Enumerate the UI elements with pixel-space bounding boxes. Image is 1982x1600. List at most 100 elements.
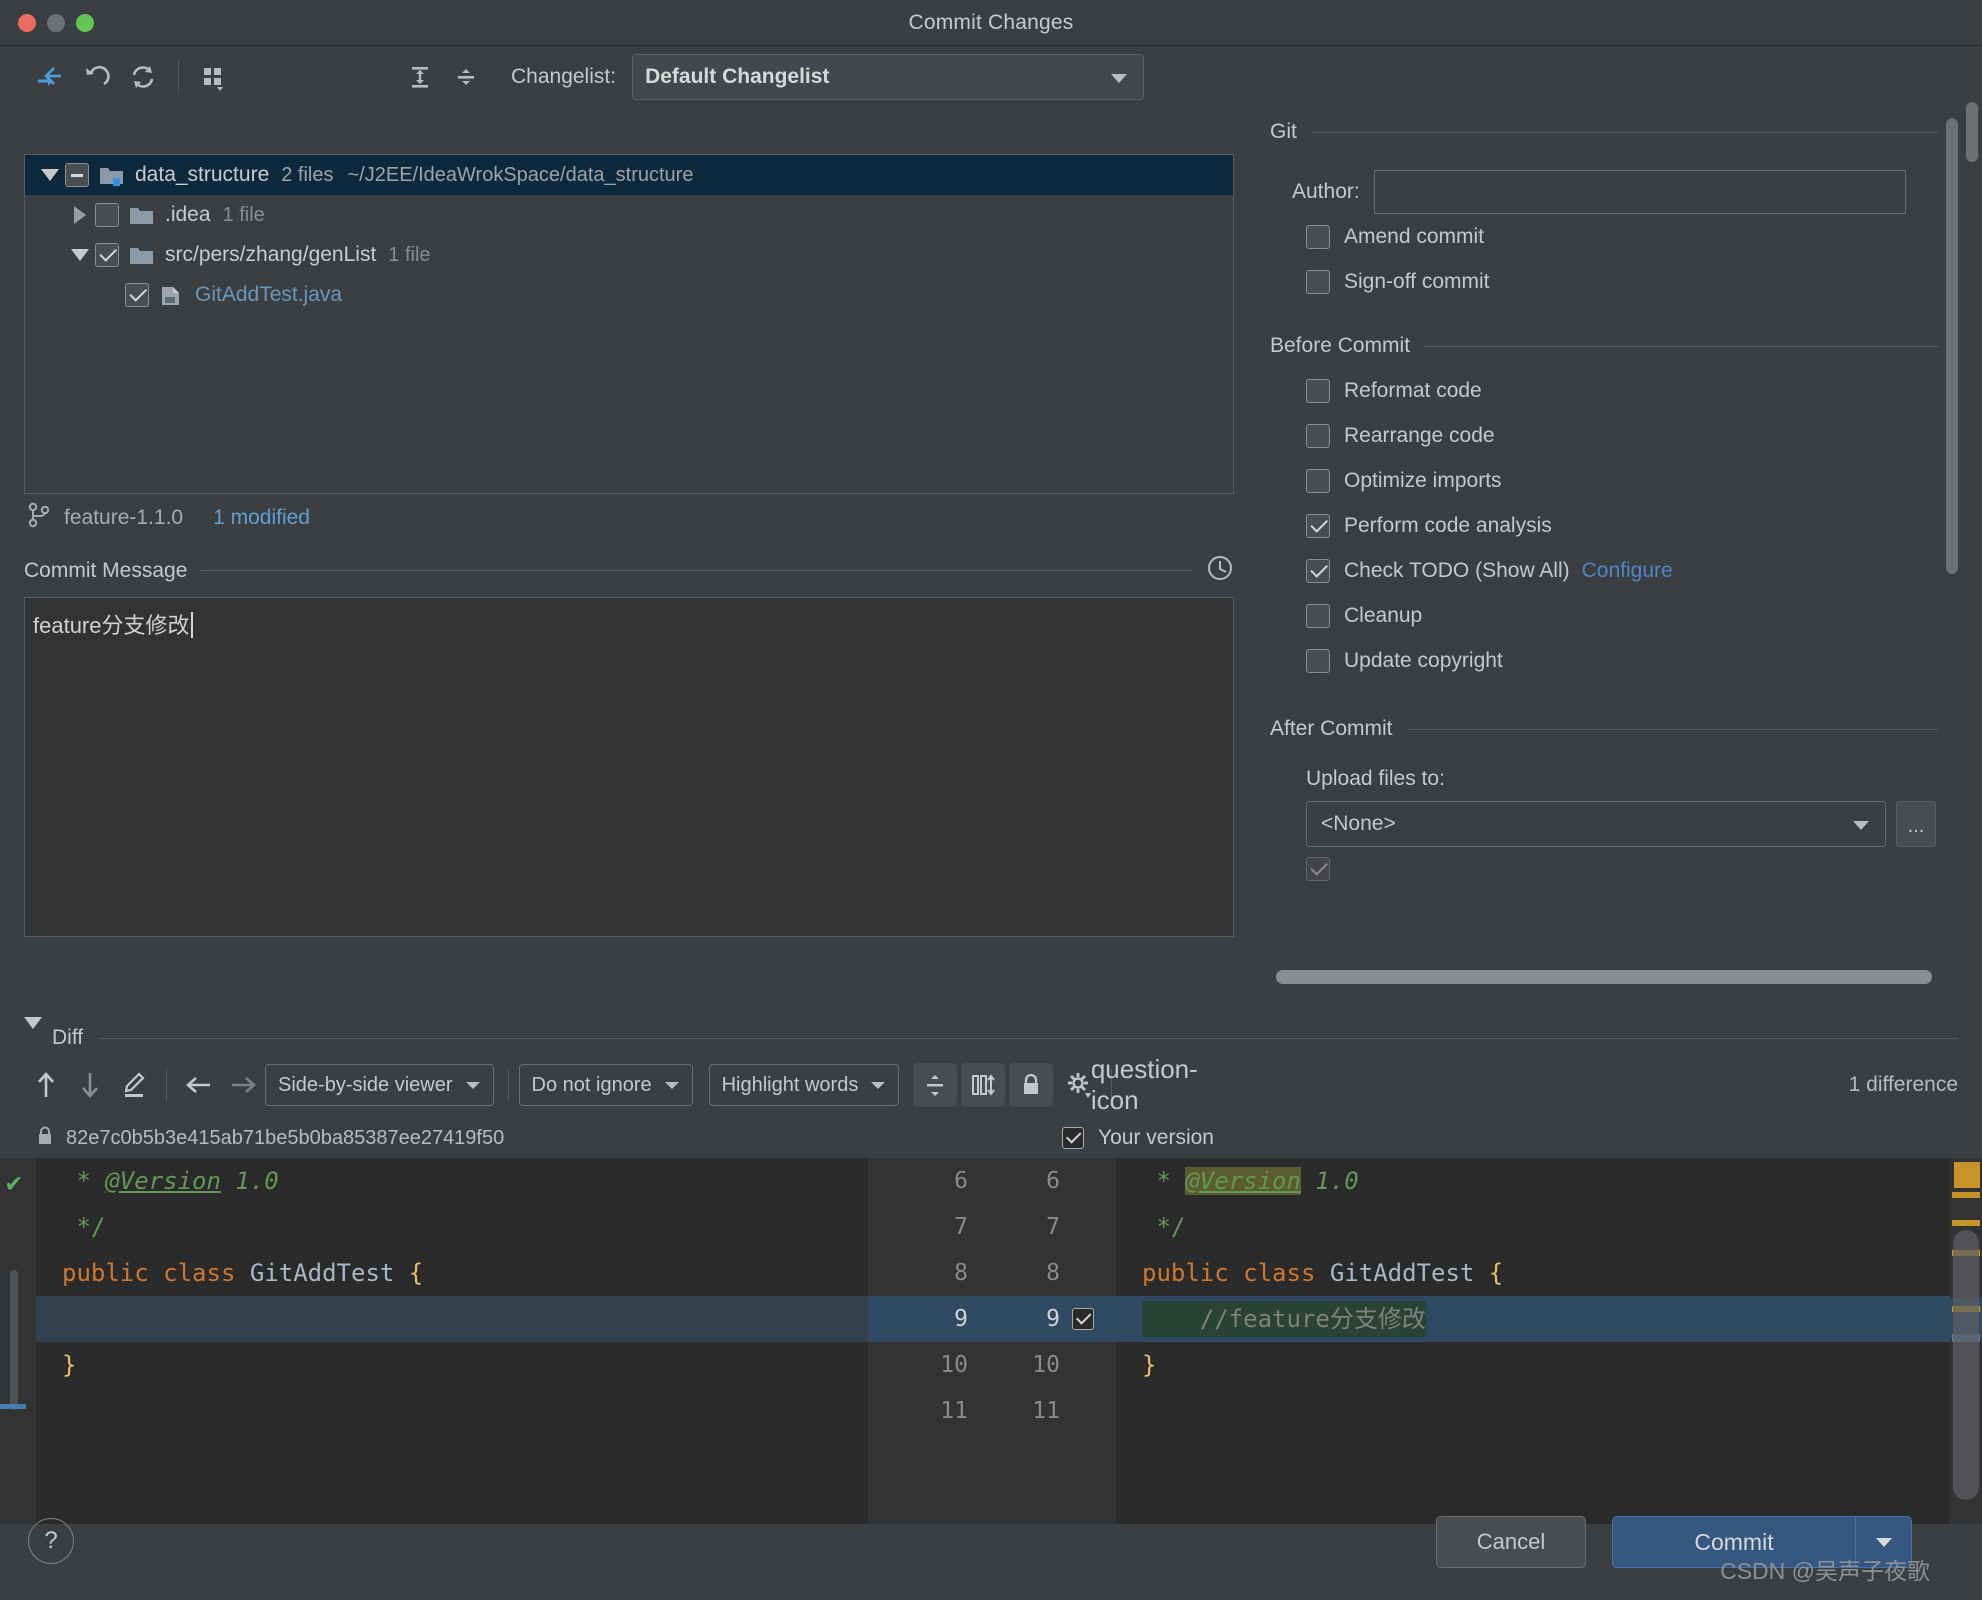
help-button[interactable]: ? xyxy=(28,1518,74,1564)
option-label: Reformat code xyxy=(1344,378,1482,402)
option-label: Optimize imports xyxy=(1344,468,1502,492)
branch-status-row: feature-1.1.0 1 modified xyxy=(0,494,1258,542)
toolbar-divider xyxy=(166,1069,167,1101)
option-amend-commit[interactable]: Amend commit xyxy=(1262,214,1962,259)
right-line-number: 6 xyxy=(1046,1168,1060,1194)
refresh-icon[interactable] xyxy=(120,54,166,100)
diff-vertical-scrollbar[interactable] xyxy=(1953,1230,1979,1500)
diff-marker-column[interactable] xyxy=(1950,1158,1982,1524)
checkbox-checked[interactable] xyxy=(1306,857,1330,881)
checkbox-partial[interactable] xyxy=(65,163,89,187)
branch-name: feature-1.1.0 xyxy=(64,506,184,529)
divider xyxy=(99,1037,1958,1039)
whitespace-mode-value: Do not ignore xyxy=(531,1073,652,1096)
question-icon[interactable]: question-icon xyxy=(1091,1054,1198,1115)
option-cleanup[interactable]: Cleanup xyxy=(1262,593,1962,638)
left-line-number: 10 xyxy=(940,1352,968,1378)
checkbox-checked[interactable] xyxy=(95,243,119,267)
tree-row-gitaddtest-java[interactable]: GitAddTest.java xyxy=(25,275,1233,315)
left-scroll-thumb[interactable] xyxy=(10,1270,18,1410)
diff-pane-left[interactable]: * @Version 1.0 */ public class GitAddTes… xyxy=(36,1158,868,1524)
tree-row-data-structure[interactable]: data_structure 2 files ~/J2EE/IdeaWrokSp… xyxy=(25,155,1233,195)
clock-icon[interactable] xyxy=(1206,554,1234,587)
chevron-down-icon xyxy=(871,1082,886,1089)
left-revision-hash: 82e7c0b5b3e415ab71be5b0ba85387ee27419f50 xyxy=(66,1126,505,1149)
checkbox-checked[interactable] xyxy=(1306,513,1330,538)
options-horizontal-scrollbar[interactable] xyxy=(1276,970,1932,984)
upload-files-row: <None> ... xyxy=(1262,801,1962,847)
show-diff-icon[interactable] xyxy=(28,54,74,100)
diff-section-label: Diff xyxy=(52,1026,84,1049)
branch-modified-count[interactable]: 1 modified xyxy=(213,506,310,530)
accept-change-checkbox[interactable] xyxy=(1072,1308,1094,1330)
before-commit-group-title: Before Commit xyxy=(1270,334,1411,357)
expand-all-icon[interactable] xyxy=(397,54,443,100)
arrow-left-icon[interactable] xyxy=(177,1063,221,1107)
twisty-down-icon[interactable] xyxy=(65,249,95,261)
changed-files-tree[interactable]: data_structure 2 files ~/J2EE/IdeaWrokSp… xyxy=(24,154,1234,494)
option-optimize-imports[interactable]: Optimize imports xyxy=(1262,458,1962,503)
collapse-unchanged-icon[interactable] xyxy=(913,1063,958,1107)
line-number-row: 10 10 xyxy=(868,1342,1116,1388)
configure-todo-link[interactable]: Configure xyxy=(1582,559,1673,583)
line-number-row: 88 xyxy=(868,1250,1116,1296)
lock-icon[interactable] xyxy=(1009,1063,1054,1107)
tree-item-name[interactable]: GitAddTest.java xyxy=(195,283,342,307)
author-field[interactable] xyxy=(1373,170,1906,214)
right-line-number: 11 xyxy=(1032,1398,1060,1424)
checkbox-unchecked[interactable] xyxy=(1306,648,1330,673)
pencil-icon[interactable] xyxy=(112,1063,156,1107)
checkbox-unchecked[interactable] xyxy=(1306,423,1330,448)
changelist-dropdown[interactable]: Default Changelist xyxy=(632,54,1145,100)
twisty-right-icon[interactable] xyxy=(65,206,95,224)
checkbox-unchecked[interactable] xyxy=(1306,224,1330,249)
arrow-down-icon[interactable] xyxy=(68,1063,112,1107)
code-line: } xyxy=(62,1351,77,1379)
upload-target-dropdown[interactable]: <None> xyxy=(1306,801,1886,847)
left-column: data_structure 2 files ~/J2EE/IdeaWrokSp… xyxy=(0,154,1258,937)
commit-message-input[interactable]: feature分支修改 xyxy=(24,597,1234,937)
checkbox-checked[interactable] xyxy=(1062,1127,1084,1149)
module-icon xyxy=(99,165,125,186)
twisty-down-icon[interactable] xyxy=(35,169,65,181)
option-perform-code-analysis[interactable]: Perform code analysis xyxy=(1262,503,1962,548)
checkbox-unchecked[interactable] xyxy=(1306,603,1330,628)
cancel-button[interactable]: Cancel xyxy=(1436,1516,1586,1568)
dialog-vertical-scrollbar[interactable] xyxy=(1966,102,1978,162)
sync-scroll-icon[interactable] xyxy=(961,1063,1006,1107)
marker-line xyxy=(1952,1192,1980,1198)
collapse-all-icon[interactable] xyxy=(443,54,489,100)
revert-icon[interactable] xyxy=(74,54,120,100)
option-update-copyright[interactable]: Update copyright xyxy=(1262,638,1962,683)
options-vertical-scrollbar[interactable] xyxy=(1946,118,1958,574)
diff-pane-right[interactable]: * @Version 1.0 */ public class GitAddTes… xyxy=(1116,1158,1982,1524)
checkbox-checked[interactable] xyxy=(125,283,149,307)
code-line: public class GitAddTest { xyxy=(62,1259,424,1287)
arrow-up-icon[interactable] xyxy=(24,1063,68,1107)
option-label: Cleanup xyxy=(1344,603,1423,627)
option-sign-off-commit[interactable]: Sign-off commit xyxy=(1262,259,1962,304)
diff-section-header: Diff xyxy=(0,1017,1982,1050)
option-rearrange-code[interactable]: Rearrange code xyxy=(1262,413,1962,458)
checkbox-unchecked[interactable] xyxy=(1306,378,1330,403)
diff-twisty-down-icon[interactable] xyxy=(24,1017,42,1047)
option-check-todo[interactable]: Check TODO (Show All) Configure xyxy=(1262,548,1962,593)
checkbox-unchecked[interactable] xyxy=(1306,468,1330,493)
tree-row-idea[interactable]: .idea 1 file xyxy=(25,195,1233,235)
commit-message-label: Commit Message xyxy=(24,558,188,582)
group-by-icon[interactable] xyxy=(191,54,237,100)
checkbox-checked[interactable] xyxy=(1306,558,1330,583)
before-commit-group-header: Before Commit xyxy=(1262,334,1962,358)
diff-viewer: ✔ * @Version 1.0 */ public class GitAddT… xyxy=(0,1158,1982,1524)
highlight-mode-dropdown[interactable]: Highlight words xyxy=(708,1064,900,1106)
tree-row-src-genlist[interactable]: src/pers/zhang/genList 1 file xyxy=(25,235,1233,275)
clipped-option-row[interactable] xyxy=(1262,857,1962,881)
browse-button[interactable]: ... xyxy=(1896,801,1936,847)
whitespace-mode-dropdown[interactable]: Do not ignore xyxy=(518,1064,693,1106)
viewer-mode-dropdown[interactable]: Side-by-side viewer xyxy=(265,1064,494,1106)
option-reformat-code[interactable]: Reformat code xyxy=(1262,368,1962,413)
arrow-right-icon[interactable] xyxy=(221,1063,265,1107)
checkbox-unchecked[interactable] xyxy=(95,203,119,227)
highlight-mode-value: Highlight words xyxy=(721,1073,859,1096)
checkbox-unchecked[interactable] xyxy=(1306,269,1330,294)
